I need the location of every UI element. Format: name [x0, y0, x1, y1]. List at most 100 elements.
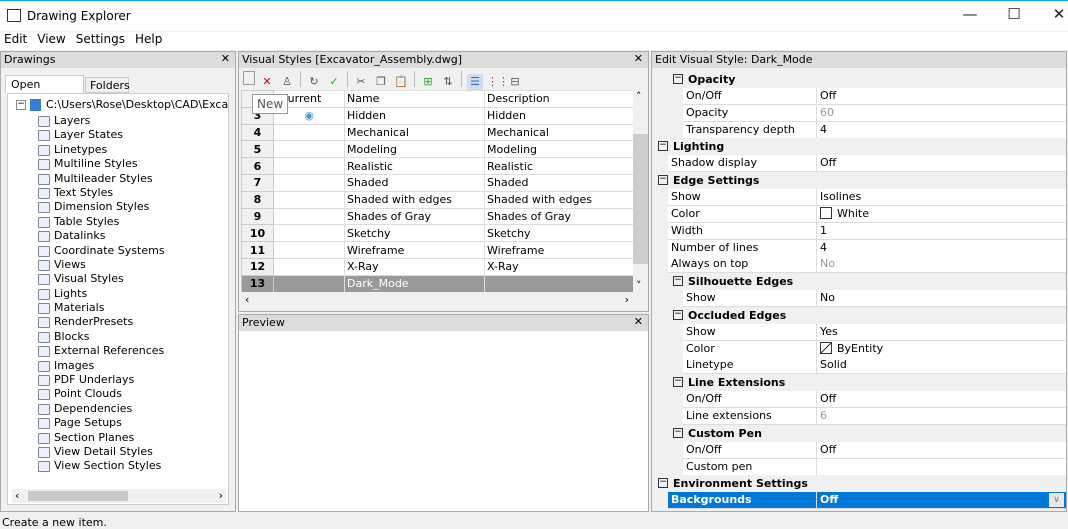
tree-item[interactable]: Dependencies [8, 402, 228, 416]
property-value[interactable]: 6 [817, 408, 1066, 425]
maximize-button[interactable]: ☐ [999, 5, 1029, 27]
property-row[interactable]: Shadow display Off [653, 155, 1066, 173]
property-value[interactable]: Off [817, 391, 1066, 409]
table-row[interactable]: 6 Realistic Realistic [241, 157, 633, 175]
minimize-button[interactable]: — [955, 5, 985, 27]
collapse-icon[interactable]: − [673, 276, 683, 287]
tree-item[interactable]: Blocks [8, 330, 228, 344]
property-value[interactable]: Off [817, 441, 1066, 459]
collapse-icon[interactable]: − [16, 100, 26, 110]
property-value[interactable]: 1 [817, 222, 1066, 240]
menu-edit[interactable]: Edit [4, 32, 27, 46]
table-row[interactable]: 13 Dark_Mode [241, 274, 633, 292]
tree-item[interactable]: Layers [8, 114, 228, 128]
property-value[interactable]: Yes [817, 323, 1066, 341]
tree-root[interactable]: C:\Users\Rose\Desktop\CAD\Excavator_Asse… [46, 98, 228, 111]
property-row[interactable]: Always on top No [653, 256, 1066, 274]
tree-item[interactable]: Dimension Styles [8, 200, 228, 214]
property-row[interactable]: Custom pen [653, 458, 1066, 476]
tree-item[interactable]: Layer States [8, 128, 228, 142]
collapse-icon[interactable]: − [658, 478, 668, 489]
tree-item[interactable]: Datalinks [8, 229, 228, 243]
scroll-left-icon[interactable]: ‹ [245, 293, 249, 306]
collapse-icon[interactable]: − [673, 309, 683, 320]
scrollbar-thumb[interactable] [633, 134, 648, 264]
name-cell[interactable]: Hidden [344, 106, 485, 125]
purge-icon[interactable]: ♙ [279, 74, 295, 90]
name-cell[interactable]: Wireframe [344, 241, 485, 259]
table-row[interactable]: 10 Sketchy Sketchy [241, 224, 633, 243]
scroll-down-icon[interactable]: ˅ [636, 279, 642, 292]
table-row[interactable]: 12 X-Ray X-Ray [241, 257, 633, 276]
table-row[interactable]: 5 Modeling Modeling [241, 140, 633, 159]
tree-item[interactable]: Point Clouds [8, 387, 228, 401]
cut-icon[interactable]: ✂ [353, 74, 369, 90]
property-row[interactable]: Transparency depth 4 [653, 121, 1066, 139]
name-cell[interactable]: Shaded with edges [344, 190, 485, 209]
scroll-left-icon[interactable]: ‹ [15, 489, 19, 502]
property-row[interactable]: Show Isolines [653, 188, 1066, 206]
description-cell[interactable]: Realistic [484, 157, 633, 175]
category-line-extensions[interactable]: − Line Extensions [653, 374, 1066, 392]
tree-item[interactable]: Linetypes [8, 143, 228, 157]
description-cell[interactable]: Hidden [484, 106, 633, 125]
list-view-icon[interactable]: ☰ [467, 74, 483, 90]
table-row[interactable]: 4 Mechanical Mechanical [241, 123, 633, 142]
tree-item[interactable]: RenderPresets [8, 315, 228, 329]
tree-item[interactable]: Section Planes [8, 431, 228, 445]
property-value[interactable]: No [817, 256, 1066, 274]
tree-item[interactable]: Multileader Styles [8, 172, 228, 186]
refresh-icon[interactable]: ⇅ [440, 74, 456, 90]
property-row[interactable]: Width 1 [653, 222, 1066, 240]
property-value[interactable]: Isolines [817, 188, 1066, 206]
tree-item[interactable]: External References [8, 344, 228, 358]
property-value[interactable]: 60 [817, 104, 1066, 122]
delete-icon[interactable]: ✕ [259, 74, 275, 90]
property-value[interactable]: Off ∨ [817, 492, 1066, 510]
menu-help[interactable]: Help [135, 32, 162, 46]
category-lighting[interactable]: − Lighting [653, 138, 1066, 156]
name-cell[interactable]: Dark_Mode [344, 274, 485, 292]
new-icon[interactable] [243, 71, 255, 85]
name-cell[interactable]: Modeling [344, 140, 485, 159]
table-row[interactable]: 11 Wireframe Wireframe [241, 241, 633, 259]
tree-item[interactable]: Text Styles [8, 186, 228, 200]
column-name[interactable]: Name [344, 90, 485, 108]
tab-folders[interactable]: Folders [85, 77, 130, 93]
name-cell[interactable]: Realistic [344, 157, 485, 175]
property-row[interactable]: Linetype Solid [653, 357, 1066, 375]
scroll-up-icon[interactable]: ˄ [636, 90, 642, 103]
tree-item[interactable]: Table Styles [8, 215, 228, 229]
tree-item[interactable]: Multiline Styles [8, 157, 228, 171]
name-cell[interactable]: Sketchy [344, 224, 485, 243]
property-row[interactable]: Show Yes [653, 323, 1066, 341]
description-cell[interactable]: X-Ray [484, 257, 633, 276]
collapse-icon[interactable]: − [673, 377, 683, 388]
collapse-icon[interactable]: − [658, 175, 668, 186]
close-icon[interactable]: ✕ [634, 315, 643, 328]
description-cell[interactable]: Mechanical [484, 123, 633, 142]
menu-view[interactable]: View [37, 32, 65, 46]
property-row[interactable]: Color White [653, 205, 1066, 223]
property-row[interactable]: On/Off Off [653, 391, 1066, 409]
close-icon[interactable]: ✕ [221, 52, 230, 65]
property-row[interactable]: Show No [653, 290, 1066, 308]
property-value[interactable] [817, 458, 1066, 476]
tree-item[interactable]: Materials [8, 301, 228, 315]
category-opacity[interactable]: − Opacity [653, 71, 1066, 88]
name-cell[interactable]: Mechanical [344, 123, 485, 142]
category-custom-pen[interactable]: − Custom Pen [653, 424, 1066, 442]
property-value[interactable]: ByEntity [817, 340, 1066, 358]
table-row[interactable]: 8 Shaded with edges Shaded with edges [241, 190, 633, 209]
description-cell[interactable]: Modeling [484, 140, 633, 159]
property-value[interactable]: Solid [817, 357, 1066, 375]
tree-item[interactable]: View Detail Styles [8, 445, 228, 459]
table-row[interactable]: 7 Shaded Shaded [241, 173, 633, 192]
property-row[interactable]: On/Off Off [653, 87, 1066, 105]
vertical-scrollbar[interactable]: ˄ ˅ [633, 90, 648, 292]
property-value[interactable]: Off [817, 87, 1066, 105]
horizontal-scrollbar[interactable]: ‹ › [12, 489, 226, 503]
tab-open-drawings[interactable]: Open Drawings [5, 75, 84, 104]
property-row[interactable]: Backgrounds Off ∨ [653, 492, 1066, 510]
description-cell[interactable]: Shades of Gray [484, 207, 633, 226]
